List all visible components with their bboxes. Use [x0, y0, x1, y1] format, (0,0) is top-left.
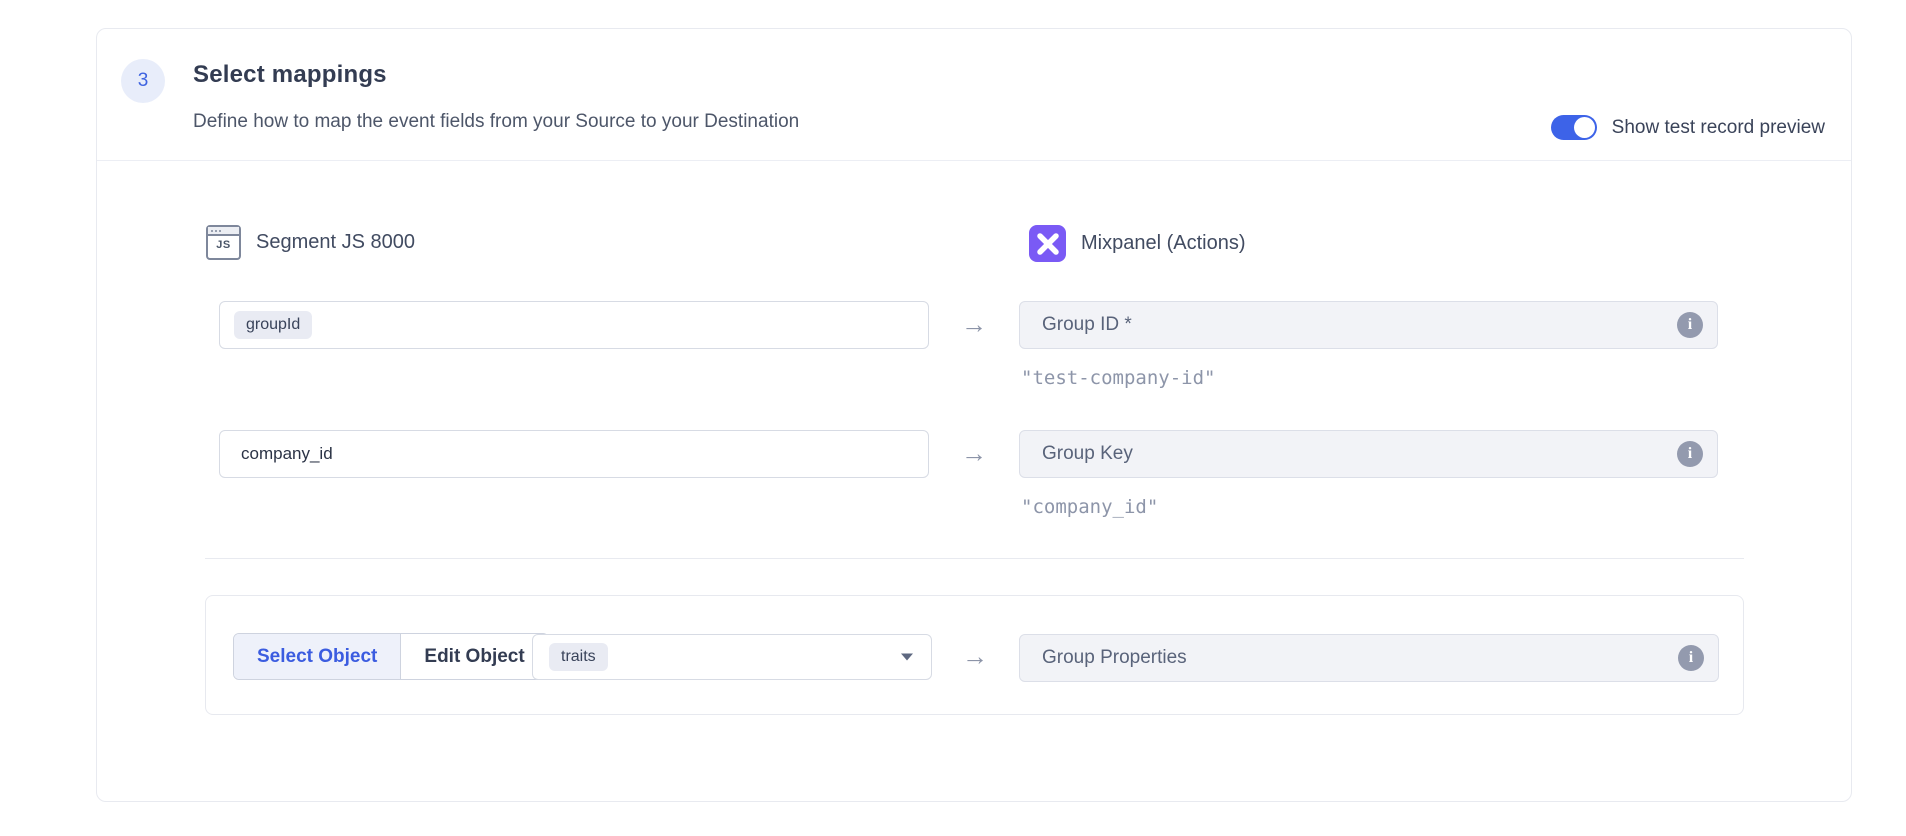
destination-name: Mixpanel (Actions)	[1081, 232, 1246, 255]
destination-field-label: Group Properties	[1042, 647, 1187, 669]
source-name: Segment JS 8000	[256, 231, 415, 254]
object-mapping-box: Select Object Edit Object traits → Group…	[205, 595, 1744, 715]
destination-field-label: Group Key	[1042, 443, 1133, 465]
test-record-preview-value: "test-company-id"	[1021, 367, 1215, 389]
destination-column-header: Mixpanel (Actions)	[1029, 225, 1246, 262]
arrow-right-icon: →	[958, 438, 990, 469]
object-mode-segmented-control: Select Object Edit Object	[233, 633, 549, 680]
page-subtitle: Define how to map the event fields from …	[193, 111, 799, 133]
test-record-preview-toggle-group: Show test record preview	[1551, 115, 1825, 140]
edit-object-button[interactable]: Edit Object	[401, 634, 547, 679]
source-column-header: JS Segment JS 8000	[206, 225, 415, 260]
source-field-text: company_id	[234, 444, 333, 464]
info-icon[interactable]: i	[1678, 645, 1704, 671]
select-object-button[interactable]: Select Object	[234, 634, 401, 679]
mixpanel-icon	[1029, 225, 1066, 262]
source-field-chip[interactable]: groupId	[234, 311, 312, 339]
browser-titlebar	[208, 227, 239, 236]
section-divider	[205, 558, 1744, 559]
card-header: 3 Select mappings Define how to map the …	[97, 29, 1851, 161]
toggle-knob	[1574, 117, 1595, 138]
step-number: 3	[138, 70, 149, 92]
object-source-dropdown[interactable]: traits	[532, 634, 932, 680]
arrow-right-icon: →	[958, 309, 990, 340]
object-source-chip: traits	[549, 643, 608, 671]
show-test-record-preview-toggle[interactable]	[1551, 115, 1597, 140]
source-field-input[interactable]: groupId	[219, 301, 929, 349]
info-icon[interactable]: i	[1677, 441, 1703, 467]
js-label: JS	[208, 239, 239, 251]
destination-object-field: Group Properties i	[1019, 634, 1719, 682]
destination-field: Group ID * i	[1019, 301, 1718, 349]
page-title: Select mappings	[193, 61, 387, 89]
step-number-badge: 3	[121, 59, 165, 103]
destination-field: Group Key i	[1019, 430, 1718, 478]
toggle-label: Show test record preview	[1612, 117, 1825, 139]
select-mappings-card: 3 Select mappings Define how to map the …	[96, 28, 1852, 802]
destination-field-label: Group ID *	[1042, 314, 1132, 336]
arrow-right-icon: →	[959, 641, 991, 672]
info-icon[interactable]: i	[1677, 312, 1703, 338]
source-browser-js-icon: JS	[206, 225, 241, 260]
source-field-input[interactable]: company_id	[219, 430, 929, 478]
test-record-preview-value: "company_id"	[1021, 496, 1158, 518]
chevron-down-icon	[901, 654, 913, 661]
